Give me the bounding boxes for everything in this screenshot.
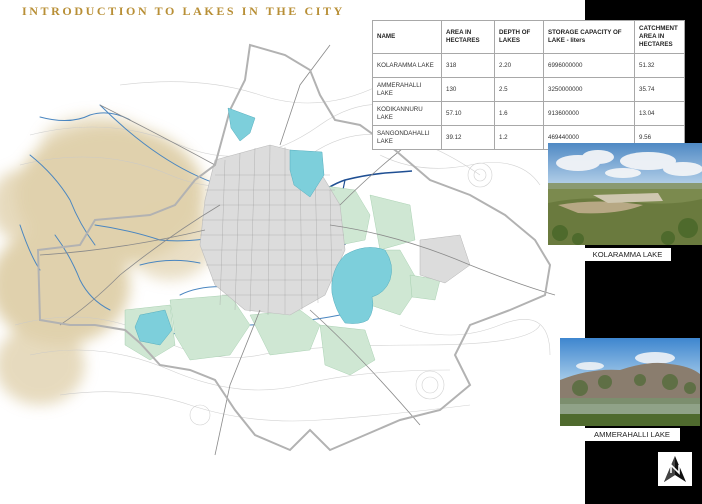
north-arrow-icon — [664, 456, 686, 482]
cell-lake-name: KODIKANNURU LAKE — [372, 101, 442, 126]
north-arrow — [658, 452, 692, 486]
cell-area: 130 — [441, 77, 495, 102]
table-row: KODIKANNURU LAKE 57.10 1.6 913600000 13.… — [372, 101, 685, 126]
page-title: INTRODUCTION TO LAKES IN THE CITY — [22, 4, 345, 18]
table-row: KOLARAMMA LAKE 318 2.20 6996000000 51.32 — [372, 53, 685, 78]
lake-northwest-shape — [227, 107, 256, 142]
cell-lake-name: AMMERAHALLI LAKE — [372, 77, 442, 102]
col-header-name: NAME — [372, 20, 442, 54]
cell-depth: 2.5 — [494, 77, 544, 102]
table-header-row: NAME AREA IN HECTARES DEPTH OF LAKES STO… — [372, 20, 685, 54]
cell-area: 318 — [441, 53, 495, 78]
cell-catchment: 13.04 — [634, 101, 685, 126]
kolaramma-lake-caption: KOLARAMMA LAKE — [584, 248, 671, 261]
cell-depth: 1.2 — [494, 125, 544, 150]
cell-catchment: 51.32 — [634, 53, 685, 78]
cell-storage: 6996000000 — [543, 53, 635, 78]
lakes-table: NAME AREA IN HECTARES DEPTH OF LAKES STO… — [372, 20, 685, 150]
cell-depth: 1.6 — [494, 101, 544, 126]
cell-catchment: 35.74 — [634, 77, 685, 102]
cell-area: 57.10 — [441, 101, 495, 126]
table-row: AMMERAHALLI LAKE 130 2.5 3250000000 35.7… — [372, 77, 685, 102]
cell-depth: 2.20 — [494, 53, 544, 78]
ammerahalli-lake-photo — [560, 338, 700, 426]
cell-lake-name: KOLARAMMA LAKE — [372, 53, 442, 78]
cell-lake-name: SANGONDAHALLI LAKE — [372, 125, 442, 150]
kolaramma-lake-photo — [548, 143, 702, 245]
col-header-catchment: CATCHMENT AREA IN HECTARES — [634, 20, 685, 54]
col-header-storage: STORAGE CAPACITY OF LAKE - liters — [543, 20, 635, 54]
col-header-area: AREA IN HECTARES — [441, 20, 495, 54]
ammerahalli-lake-caption: AMMERAHALLI LAKE — [584, 428, 680, 441]
cell-area: 39.12 — [441, 125, 495, 150]
cell-storage: 3250000000 — [543, 77, 635, 102]
col-header-depth: DEPTH OF LAKES — [494, 20, 544, 54]
cell-storage: 913600000 — [543, 101, 635, 126]
